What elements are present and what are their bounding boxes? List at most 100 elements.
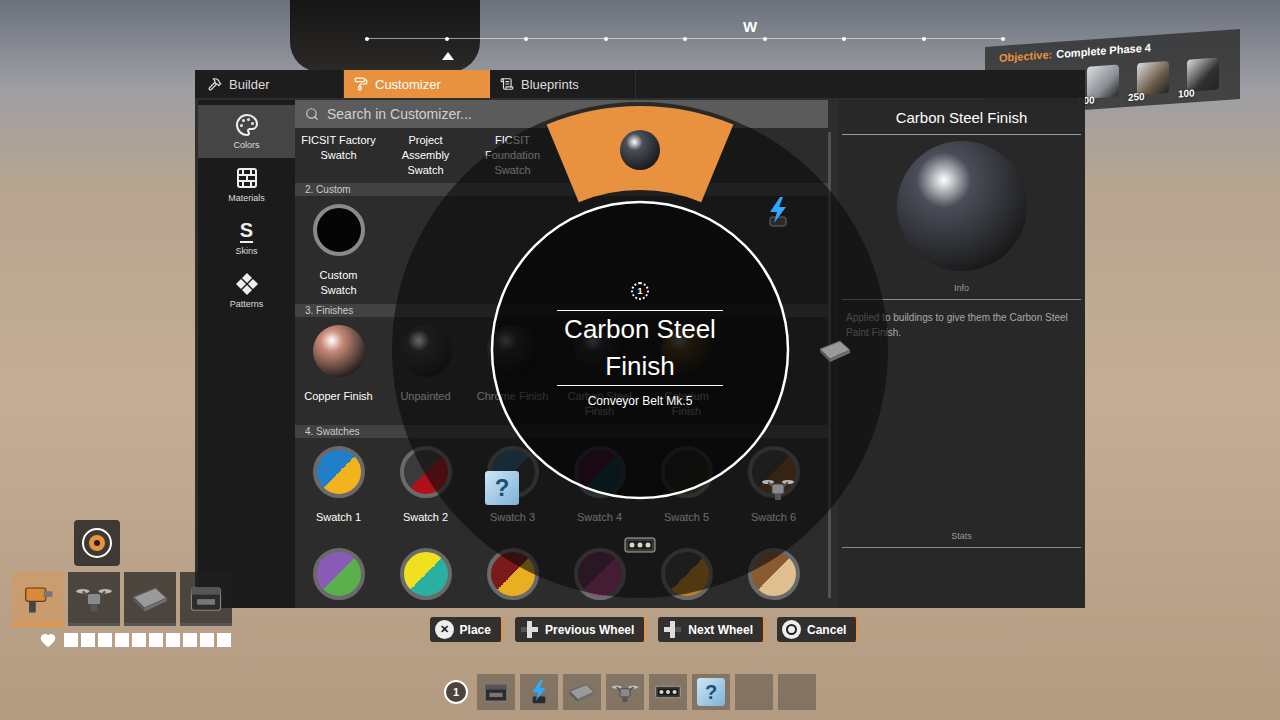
prompt-label: Cancel: [807, 623, 846, 637]
hotbar-slot[interactable]: [649, 674, 687, 710]
customizer-item[interactable]: Swatch 1: [295, 446, 382, 540]
compass-dot: [365, 37, 369, 41]
equipment-slot[interactable]: [180, 572, 232, 626]
sidebar-item[interactable]: Colors: [198, 105, 295, 158]
objective-item: 500: [1082, 59, 1124, 104]
item-label: Swatch 1: [316, 510, 361, 540]
sidebar-item[interactable]: Materials: [198, 158, 295, 211]
objective-text: Complete Phase 4: [1056, 41, 1151, 60]
compass-dot: [842, 37, 846, 41]
compass-dot: [763, 37, 767, 41]
equipment-slot[interactable]: [12, 572, 64, 626]
machine-icon: [482, 678, 510, 706]
health-segment: [200, 633, 214, 647]
hotbar-slot[interactable]: [563, 674, 601, 710]
wheel-ring: [390, 100, 890, 600]
prompt-label: Place: [460, 623, 491, 637]
prompt-label: Previous Wheel: [545, 623, 634, 637]
wheel-title: Carbon Steel Finish: [550, 311, 730, 385]
compass-marker: [442, 52, 454, 60]
customizer-item[interactable]: [382, 548, 469, 600]
hotbar-slot[interactable]: ?: [692, 674, 730, 710]
wheel-slot[interactable]: [813, 328, 857, 372]
radial-wheel[interactable]: ?1Carbon Steel FinishConveyor Belt Mk.5: [390, 100, 890, 600]
objective-item: 250: [1132, 56, 1174, 101]
finish-preview-icon: [897, 141, 1027, 271]
preset-swatch[interactable]: Project Assembly Swatch: [382, 133, 469, 178]
equipment-slot[interactable]: [124, 572, 176, 626]
equipment-badge: [74, 520, 120, 566]
wheel-slot[interactable]: [618, 128, 662, 172]
power-pole-icon: [761, 195, 795, 229]
sidebar-label: Materials: [228, 193, 265, 203]
detail-preview: [842, 135, 1081, 283]
tab[interactable]: Blueprints: [490, 70, 636, 98]
sidebar-item[interactable]: Patterns: [198, 264, 295, 317]
customizer-item[interactable]: Custom Swatch: [295, 204, 382, 298]
sidebar-label: Skins: [235, 246, 257, 256]
detail-title: Carbon Steel Finish: [842, 100, 1081, 135]
machine-icon: [187, 579, 225, 617]
conveyor-belt-icon: [623, 528, 657, 562]
wheel-subtitle: Conveyor Belt Mk.5: [588, 394, 693, 408]
compass-dot: [524, 37, 528, 41]
tab[interactable]: Customizer: [344, 70, 490, 98]
hotbar-slot[interactable]: [778, 674, 816, 710]
wheel-slot[interactable]: [756, 190, 800, 234]
prompt-button[interactable]: Next Wheel: [658, 617, 765, 642]
health-segments: [64, 633, 231, 647]
sidebar-label: Patterns: [230, 299, 264, 309]
compass-dot: [922, 37, 926, 41]
custom-disc: [313, 204, 365, 256]
prompt-button[interactable]: Previous Wheel: [515, 617, 646, 642]
hotbar-slot[interactable]: [520, 674, 558, 710]
prompt-label: Next Wheel: [688, 623, 753, 637]
finish-icon: [620, 130, 660, 170]
swatch-disc: [313, 548, 365, 600]
player-hud: [12, 520, 232, 648]
health-segment: [166, 633, 180, 647]
drone-icon: [761, 471, 795, 505]
item-label: Swatch 2: [403, 510, 448, 540]
cross-button-icon: ✕: [435, 620, 454, 639]
hotbar-slot[interactable]: [735, 674, 773, 710]
compass-dot: [604, 37, 608, 41]
palette-icon: [235, 113, 259, 137]
wheel-center: 1Carbon Steel FinishConveyor Belt Mk.5: [540, 282, 740, 408]
customizer-item[interactable]: [295, 548, 382, 600]
sidebar: Colors Materials SSkins Patterns: [198, 100, 295, 608]
empty-slot-icon: [485, 195, 519, 229]
equipment-slot[interactable]: [68, 572, 120, 626]
health-segment: [64, 633, 78, 647]
dpad-left-icon: [520, 620, 539, 639]
wheel-slot[interactable]: [480, 190, 524, 234]
health-segment: [115, 633, 129, 647]
power-pole-icon: [525, 678, 553, 706]
wheel-rule: [557, 385, 723, 386]
drone-icon: [611, 678, 639, 706]
objective-count: 250: [1128, 91, 1145, 103]
preset-swatch[interactable]: FICSIT Factory Swatch: [295, 133, 382, 178]
tab[interactable]: Builder: [198, 70, 344, 98]
tab-label: Builder: [229, 77, 269, 92]
health-bar: [12, 632, 232, 648]
wheel-slot[interactable]: [423, 328, 467, 372]
prompt-button[interactable]: ✕ Place: [430, 617, 503, 642]
customizer-item[interactable]: Copper Finish: [295, 325, 382, 419]
hotbar-slot[interactable]: [477, 674, 515, 710]
wheel-slot[interactable]: ?: [480, 466, 524, 510]
build-gun-icon: [19, 579, 57, 617]
hotbar-slot[interactable]: [606, 674, 644, 710]
wheel-slot[interactable]: [756, 466, 800, 510]
sidebar-item[interactable]: SSkins: [198, 211, 295, 264]
hotbar-number: 1: [444, 680, 468, 704]
prompt-button[interactable]: Cancel: [777, 617, 858, 642]
machinery: [290, 0, 480, 72]
wheel-slot[interactable]: [618, 523, 662, 567]
drone-icon: [75, 579, 113, 617]
heart-icon: [40, 632, 56, 648]
compass-line: [365, 38, 1005, 39]
objective-count: 100: [1178, 87, 1195, 99]
part-icon: [1187, 58, 1219, 92]
paint-roller-icon: [354, 77, 368, 91]
